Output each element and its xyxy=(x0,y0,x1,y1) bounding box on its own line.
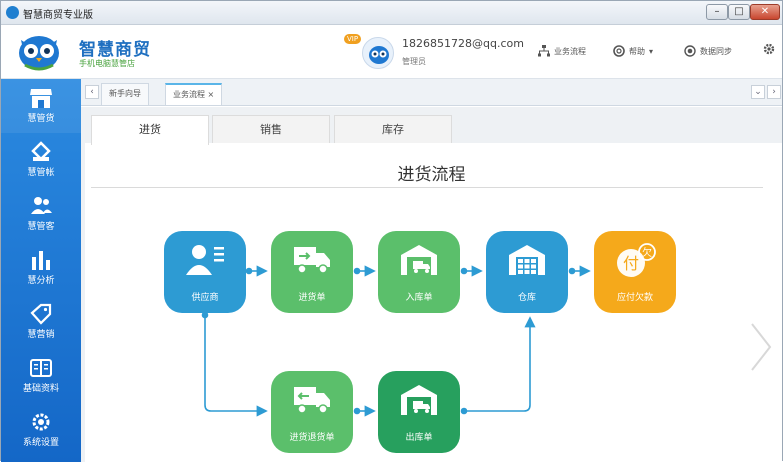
payment-icon: 付 欠 xyxy=(617,243,656,277)
node-label: 入库单 xyxy=(405,293,433,303)
payment-glyph: 付 xyxy=(623,254,639,273)
node-purchase-return[interactable]: 进货退货单 xyxy=(271,371,353,453)
tab-purchase[interactable]: 进货 xyxy=(91,115,209,145)
debt-badge-glyph: 欠 xyxy=(642,246,652,259)
node-payable[interactable]: 付 欠 应付欠款 xyxy=(594,231,676,313)
warehouse-truck-icon xyxy=(401,385,437,415)
return-truck-icon xyxy=(294,387,330,414)
node-purchase-order[interactable]: 进货单 xyxy=(271,231,353,313)
warehouse-icon xyxy=(509,245,545,275)
node-label: 出库单 xyxy=(405,433,433,443)
warehouse-truck-icon xyxy=(401,245,437,275)
node-warehouse[interactable]: 仓库 xyxy=(486,231,568,313)
node-label: 进货单 xyxy=(298,293,326,303)
node-label: 供应商 xyxy=(191,293,219,303)
node-label: 进货退货单 xyxy=(289,433,335,443)
node-label: 应付欠款 xyxy=(616,293,653,303)
node-stock-out[interactable]: 出库单 xyxy=(378,371,460,453)
node-supplier[interactable]: 供应商 xyxy=(164,231,246,313)
node-stock-in[interactable]: 入库单 xyxy=(378,231,460,313)
truck-icon xyxy=(294,247,330,274)
app-window: 智慧商贸专业版 – □ ✕ 智慧商贸 手机电脑慧管店 VIP 182685172… xyxy=(0,0,783,462)
node-label: 仓库 xyxy=(517,293,536,303)
supplier-person-icon xyxy=(186,245,224,275)
